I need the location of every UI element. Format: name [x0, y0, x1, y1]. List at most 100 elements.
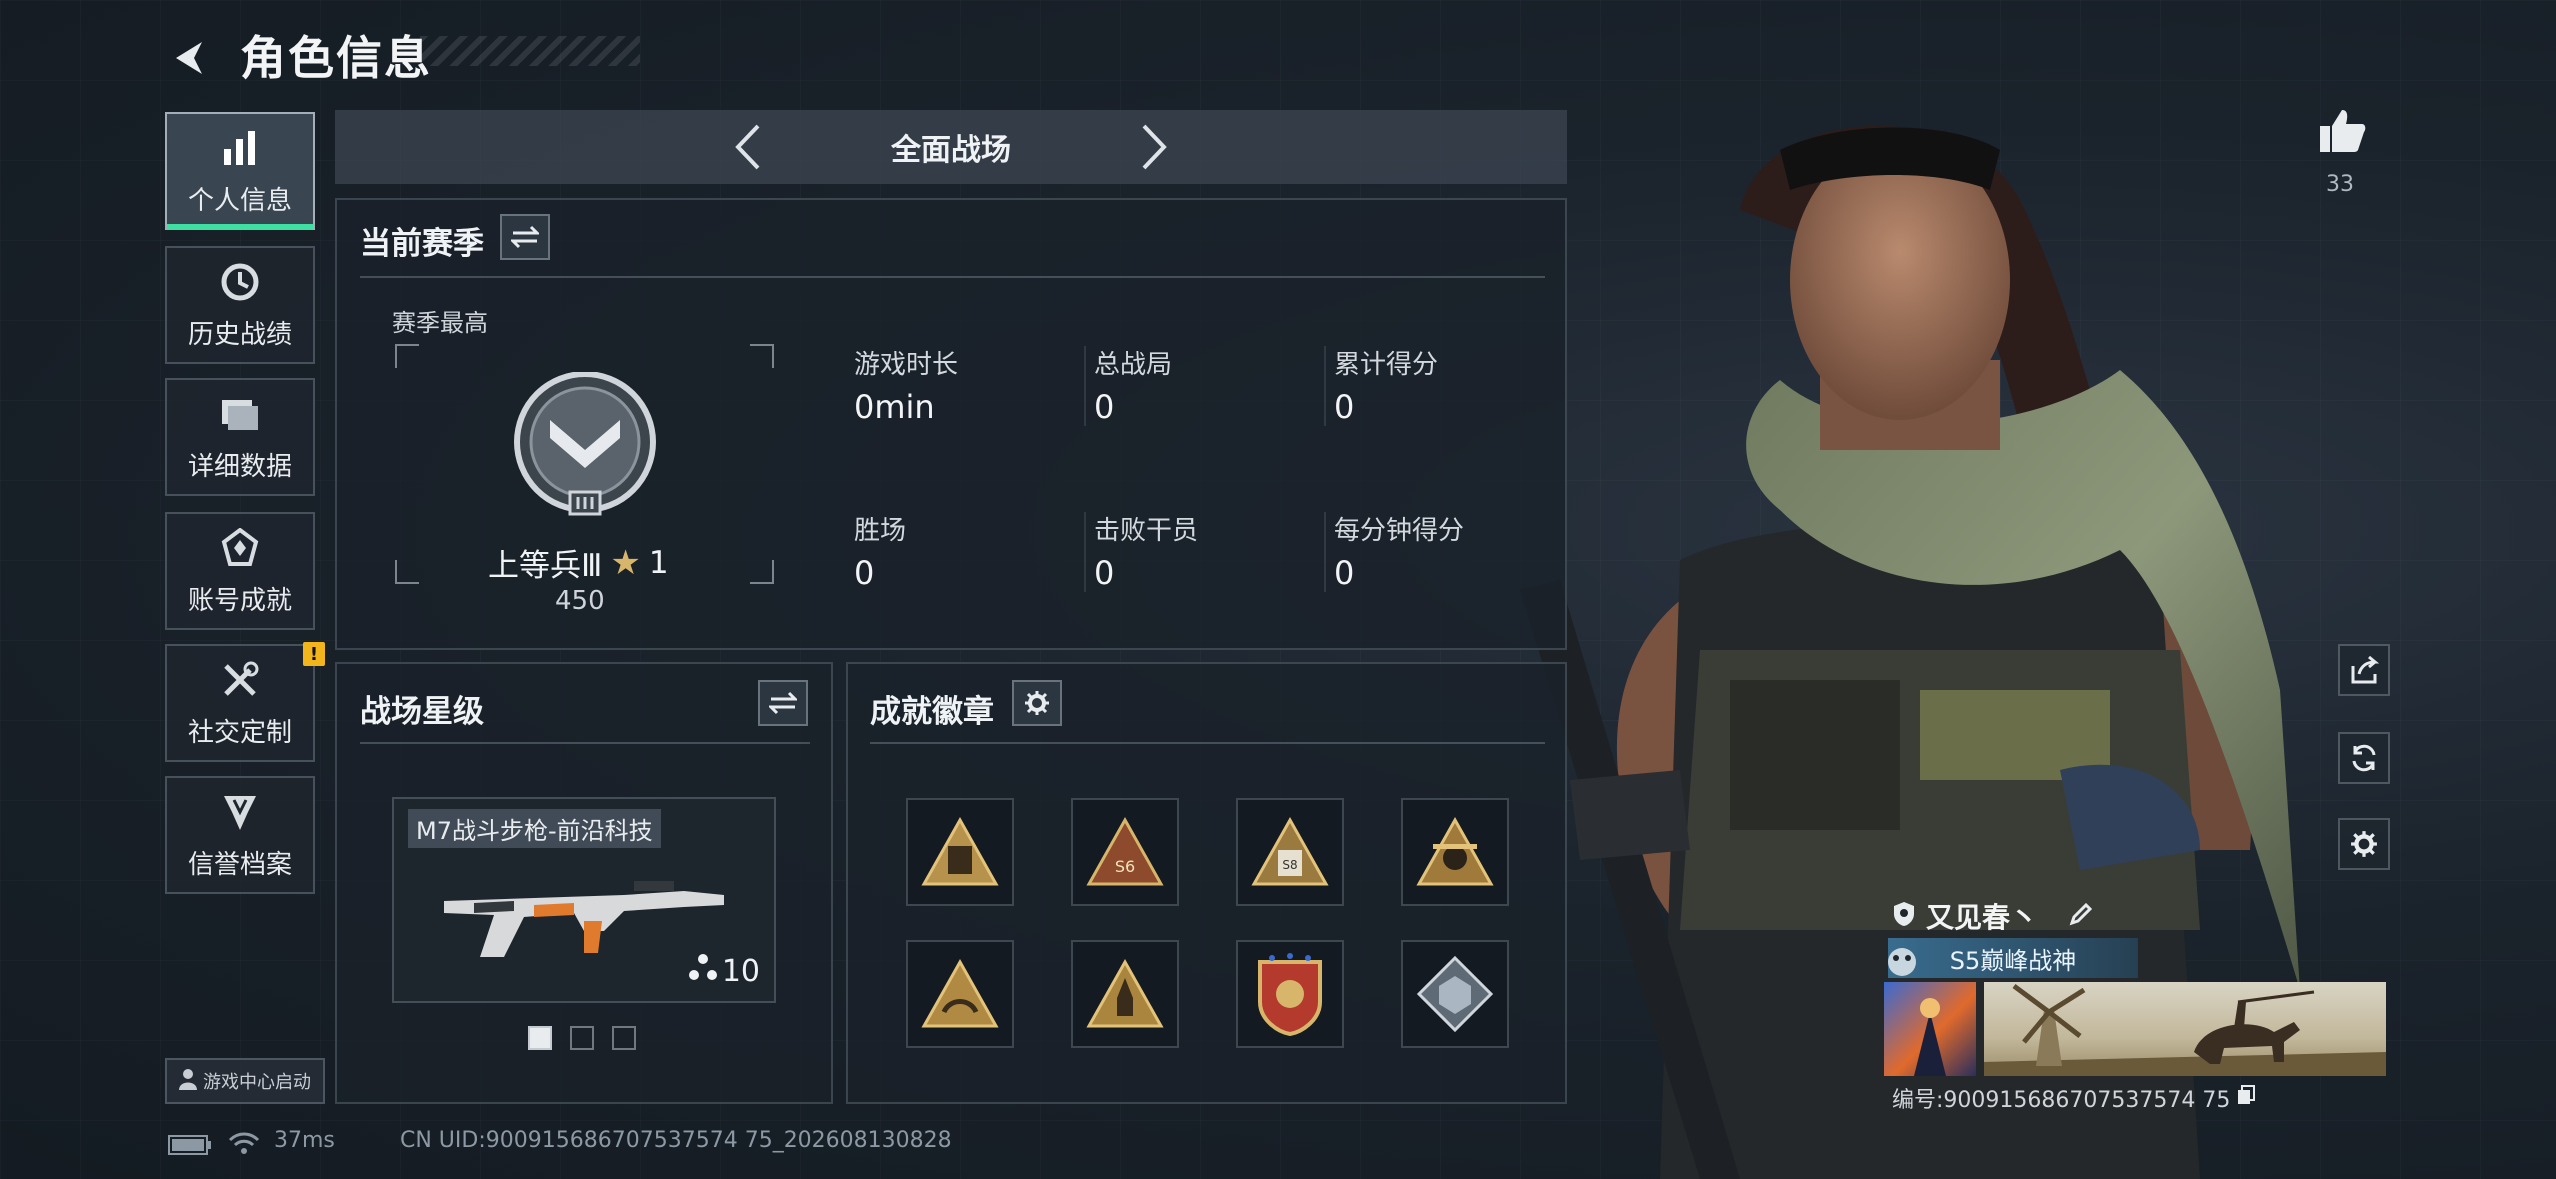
achievement-badge-s6[interactable]: S6 [1071, 798, 1179, 906]
weapon-level-value: 10 [721, 953, 760, 989]
hands-badge-icon [921, 958, 999, 1028]
sidebar-item-personal-info[interactable]: 个人信息 [165, 112, 315, 230]
achievement-badge-crest[interactable] [1236, 940, 1344, 1048]
achievement-badge-rocket[interactable] [1071, 940, 1179, 1048]
rifle-image [444, 881, 724, 957]
player-name: 又见春丶 [1926, 901, 2039, 934]
achievements-title: 成就徽章 [870, 694, 994, 730]
shield-wings-icon [218, 790, 262, 834]
achievement-badge-skull[interactable] [1401, 798, 1509, 906]
achievements-settings-button[interactable] [1012, 680, 1062, 726]
stat-value: 0 [1094, 554, 1115, 592]
user-icon [179, 1068, 197, 1095]
divider [1084, 512, 1086, 592]
svg-text:S6: S6 [1115, 857, 1135, 876]
stat-label: 每分钟得分 [1334, 516, 1465, 546]
title-decoration [420, 36, 640, 66]
game-center-launch-button[interactable]: 游戏中心启动 [165, 1058, 325, 1104]
sidebar-item-achievements[interactable]: 账号成就 [165, 512, 315, 630]
achievement-badge-cube[interactable] [1401, 940, 1509, 1048]
tools-icon [218, 658, 262, 702]
star-level-title: 战场星级 [360, 694, 484, 730]
divider [1324, 346, 1326, 426]
back-button[interactable] [160, 30, 216, 86]
page-title: 角色信息 [240, 31, 432, 85]
rank-stars: 1 [648, 544, 669, 581]
player-id-row: 编号:900915686707537574 75 [1892, 1082, 2256, 1114]
star-icon: ★ [610, 542, 641, 583]
back-arrow-icon [176, 42, 202, 74]
achievement-badge-s8[interactable]: S8 [1236, 798, 1344, 906]
uid-text: CN UID:900915686707537574 75_20260813082… [400, 1128, 952, 1153]
divider [1084, 346, 1086, 426]
tri-star-icon [688, 953, 718, 989]
mode-selector: 全面战场 [335, 110, 1567, 184]
thumbs-up-icon [2320, 110, 2366, 152]
pager-dot[interactable] [612, 1026, 636, 1050]
frame-corner [395, 344, 419, 368]
pencil-icon [2069, 902, 2093, 926]
stat-label: 胜场 [854, 516, 907, 546]
season-switch-button[interactable] [500, 214, 550, 260]
stat-value: 0 [1334, 388, 1355, 426]
stat-label: 击败干员 [1094, 516, 1199, 546]
sidebar-item-label: 个人信息 [187, 185, 292, 216]
share-button[interactable] [2338, 644, 2390, 696]
like-button[interactable] [2318, 106, 2368, 160]
weapon-level: 10 [688, 953, 760, 989]
sidebar-item-reputation[interactable]: 信誉档案 [165, 776, 315, 894]
copy-id-button[interactable] [2236, 1084, 2256, 1112]
bar-chart-icon [218, 126, 262, 170]
chevron-right-icon [1142, 124, 1167, 170]
title-tag: S5巅峰战神 [1888, 938, 2138, 978]
backpack-badge-icon [921, 816, 999, 886]
crest-badge-icon [1258, 953, 1322, 1036]
achievement-icon [218, 526, 262, 570]
sidebar-item-social[interactable]: 社交定制 ! [165, 642, 325, 762]
weapon-name: M7战斗步枪-前沿科技 [408, 809, 661, 848]
rank-points: 450 [555, 586, 605, 616]
sidebar-item-label: 详细数据 [187, 451, 292, 482]
avatar-frame[interactable] [1884, 982, 1976, 1076]
frame-corner [395, 560, 419, 584]
achievement-badge-hands[interactable] [906, 940, 1014, 1048]
mascot-icon [1880, 940, 1924, 980]
mode-next-button[interactable] [1118, 110, 1192, 184]
pager-dot[interactable] [570, 1026, 594, 1050]
pager-dot-active[interactable] [528, 1026, 552, 1050]
frame-corner [750, 344, 774, 368]
name-card-banner[interactable] [1984, 982, 2386, 1076]
copy-icon [2238, 1085, 2256, 1104]
season-best-label: 赛季最高 [392, 309, 488, 337]
refresh-button[interactable] [2338, 732, 2390, 784]
rank-name: 上等兵Ⅲ [488, 548, 603, 584]
stat-label: 游戏时长 [854, 350, 959, 380]
edit-name-button[interactable] [2068, 901, 2094, 931]
stat-value: 0min [854, 388, 935, 426]
sidebar-item-detailed-data[interactable]: 详细数据 [165, 378, 315, 496]
share-icon [2351, 656, 2379, 684]
sidebar-item-label: 信誉档案 [187, 849, 292, 880]
star-level-switch-button[interactable] [758, 680, 808, 726]
divider [1324, 512, 1326, 592]
windmill-banner-image [1984, 983, 2386, 1076]
sidebar-item-history[interactable]: 历史战绩 [165, 246, 315, 364]
skull-badge-icon [1416, 816, 1494, 886]
frame-corner [750, 560, 774, 584]
rocket-badge-icon [1086, 958, 1164, 1028]
sidebar-item-label: 社交定制 [187, 717, 292, 748]
svg-text:S8: S8 [1282, 858, 1297, 872]
rank-info: 上等兵Ⅲ ★ 1 [488, 540, 669, 585]
achievement-badge-backpack[interactable] [906, 798, 1014, 906]
divider [870, 742, 1545, 744]
mode-title: 全面战场 [891, 133, 1011, 168]
s8-badge-icon: S8 [1251, 816, 1329, 886]
settings-button[interactable] [2338, 818, 2390, 870]
clock-icon [218, 260, 262, 304]
alert-badge: ! [303, 642, 325, 666]
stat-value: 0 [1334, 554, 1355, 592]
swap-icon [769, 691, 797, 715]
avatar-image [1914, 998, 1946, 1076]
mode-prev-button[interactable] [710, 110, 784, 184]
weapon-card[interactable]: M7战斗步枪-前沿科技 10 [392, 797, 776, 1003]
